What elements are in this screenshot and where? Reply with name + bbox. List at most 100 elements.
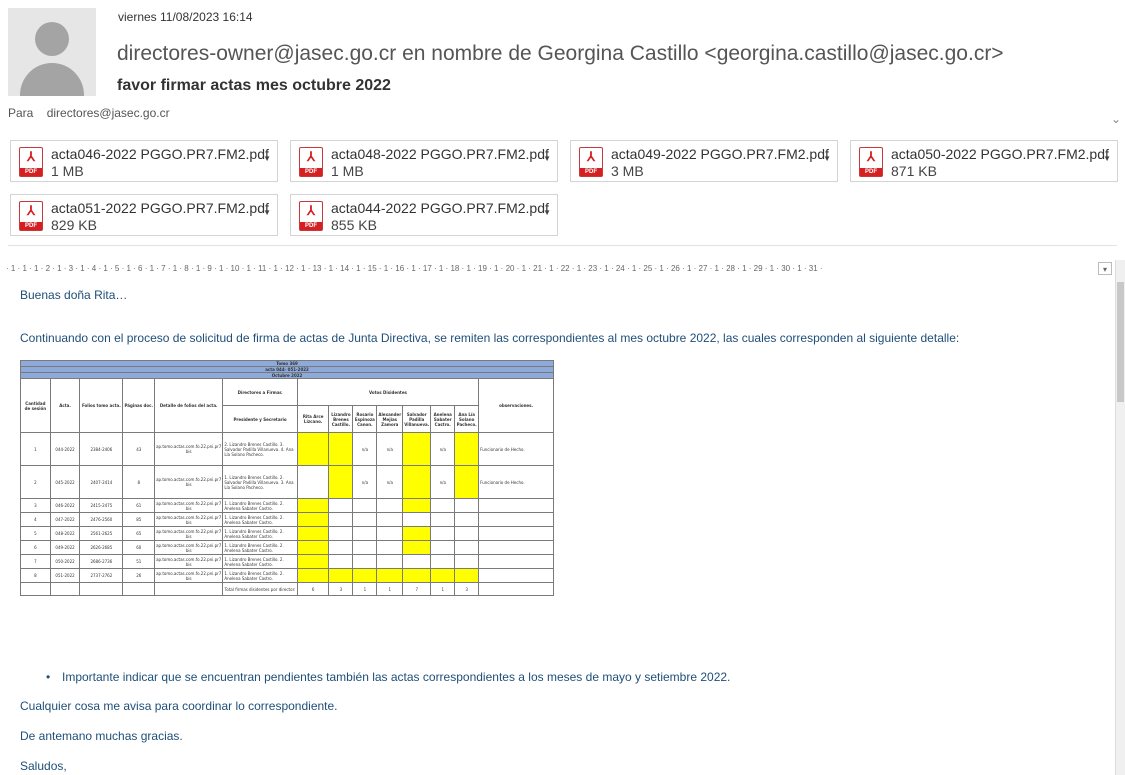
vote-cell — [296, 465, 330, 499]
vote-cell: n/a — [352, 465, 378, 499]
row-paginas: 51 — [122, 554, 156, 569]
col-paginas: Páginas doc. — [122, 378, 156, 433]
attachment-0[interactable]: ⅄ PDF acta046-2022 PGGO.PR7.FM2.pdf 1 MB … — [10, 140, 278, 182]
row-detalle: ap.tomo.actas.com.fo.22.pni.pr7 bis — [154, 512, 224, 527]
row-observaciones — [478, 540, 554, 555]
attachment-name: acta049-2022 PGGO.PR7.FM2.pdf — [611, 146, 829, 162]
header-divider — [8, 245, 1117, 246]
chevron-down-icon[interactable]: ▼ — [263, 208, 271, 217]
vote-cell — [328, 554, 354, 569]
vote-cell — [352, 512, 378, 527]
row-paginas: 61 — [122, 498, 156, 513]
vote-cell — [296, 432, 330, 466]
vote-cell: n/a — [430, 432, 456, 466]
line-thanks: De antemano muchas gracias. — [20, 729, 183, 743]
vote-cell — [296, 512, 330, 527]
row-acta: 045-2022 — [49, 465, 81, 499]
vote-cell — [352, 498, 378, 513]
vote-cell — [402, 554, 432, 569]
to-label: Para — [8, 106, 34, 120]
table-row: 8 051-2022 2737-2762 26 ap.tomo.actas.com.fo… — [20, 568, 554, 583]
row-folios: 2737-2762 — [79, 568, 124, 583]
total-cell: 1 — [352, 582, 378, 596]
vote-cell — [376, 540, 404, 555]
pdf-icon: ⅄ PDF — [19, 201, 43, 231]
vote-cell — [430, 554, 456, 569]
chevron-down-icon[interactable]: ▼ — [1103, 154, 1111, 163]
row-acta: 049-2022 — [49, 540, 81, 555]
vote-cell — [328, 512, 354, 527]
attachment-2[interactable]: ⅄ PDF acta049-2022 PGGO.PR7.FM2.pdf 3 MB … — [570, 140, 838, 182]
vote-cell — [430, 540, 456, 555]
row-paginas: 8 — [122, 465, 156, 499]
vote-cell — [454, 554, 480, 569]
row-folios: 2686-2736 — [79, 554, 124, 569]
chevron-down-icon[interactable]: ▼ — [543, 208, 551, 217]
vote-cell — [376, 512, 404, 527]
total-cell: 1 — [430, 582, 456, 596]
row-directores: 1. Lizandro Brenes Castillo. 2. Anelena … — [222, 540, 298, 555]
vote-cell — [430, 568, 456, 583]
vote-cell — [352, 568, 378, 583]
vote-cell — [402, 526, 432, 541]
row-detalle: ap.tomo.actas.com.fo.22.pni.pr7 bis — [154, 568, 224, 583]
pdf-icon: ⅄ PDF — [299, 201, 323, 231]
row-folios: 2415-2475 — [79, 498, 124, 513]
attachment-name: acta051-2022 PGGO.PR7.FM2.pdf — [51, 200, 269, 216]
scrollbar-thumb[interactable] — [1117, 282, 1124, 402]
row-observaciones — [478, 512, 554, 527]
to-recipient[interactable]: directores@jasec.go.cr — [47, 106, 170, 120]
chevron-down-icon[interactable]: ▼ — [823, 154, 831, 163]
table-row: 2 045-2022 2407-2414 8 ap.tomo.actas.com.fo.… — [20, 465, 554, 499]
attachment-3[interactable]: ⅄ PDF acta050-2022 PGGO.PR7.FM2.pdf 871 K… — [850, 140, 1118, 182]
total-cell: 3 — [328, 582, 354, 596]
row-number: 7 — [20, 554, 51, 569]
attachment-4[interactable]: ⅄ PDF acta051-2022 PGGO.PR7.FM2.pdf 829 K… — [10, 194, 278, 236]
voter-header: Salvador Padilla Villanueva. — [402, 405, 432, 433]
col-cantidad: Cantidad de sesión — [20, 378, 51, 433]
row-observaciones — [478, 498, 554, 513]
vote-cell — [454, 498, 480, 513]
attachment-1[interactable]: ⅄ PDF acta048-2022 PGGO.PR7.FM2.pdf 1 MB … — [290, 140, 558, 182]
voter-header: Rosario Espinoza Canon. — [352, 405, 378, 433]
row-acta: 046-2022 — [49, 498, 81, 513]
total-cell: 7 — [402, 582, 432, 596]
ruler-toggle-icon[interactable]: ▾ — [1098, 262, 1112, 275]
voter-header: Lizandro Brenes Castillo. — [328, 405, 354, 433]
row-observaciones: Funcionario de Hecho. — [478, 432, 554, 466]
vote-cell: n/a — [376, 465, 404, 499]
row-number: 4 — [20, 512, 51, 527]
total-spacer-cell — [20, 582, 51, 596]
row-acta: 047-2022 — [49, 512, 81, 527]
recipients-row: Para directores@jasec.go.cr — [8, 106, 170, 120]
row-folios: 2561-2625 — [79, 526, 124, 541]
total-spacer-cell — [79, 582, 124, 596]
avatar-body-shape — [20, 63, 84, 96]
pdf-icon: ⅄ PDF — [579, 147, 603, 177]
vertical-scrollbar[interactable] — [1115, 260, 1125, 775]
row-detalle: ap.tomo.actas.com.fo.22.pni.pr7 bis — [154, 540, 224, 555]
pdf-icon: ⅄ PDF — [299, 147, 323, 177]
ruler[interactable]: · 1 · 1 · 1 · 2 · 1 · 3 · 1 · 4 · 1 · 5 … — [6, 262, 1098, 276]
vote-cell — [430, 498, 456, 513]
chevron-down-icon[interactable]: ▼ — [263, 154, 271, 163]
row-observaciones — [478, 568, 554, 583]
expand-header-icon[interactable]: ⌄ — [1111, 112, 1121, 126]
attachment-size: 1 MB — [331, 163, 364, 179]
vote-cell — [296, 540, 330, 555]
table-row: 4 047-2022 2476-2560 85 ap.tomo.actas.com.fo… — [20, 512, 554, 527]
total-spacer-cell — [122, 582, 156, 596]
chevron-down-icon[interactable]: ▼ — [543, 154, 551, 163]
sender-avatar — [8, 8, 96, 96]
col-acta: Acta. — [49, 378, 81, 433]
vote-cell — [402, 512, 432, 527]
attachment-5[interactable]: ⅄ PDF acta044-2022 PGGO.PR7.FM2.pdf 855 K… — [290, 194, 558, 236]
col-directores: Directores a Firmar. — [222, 378, 298, 406]
acts-table: Tomo 369 acta 044- 051-2022 Octubre 2022… — [20, 360, 554, 596]
vote-cell — [454, 432, 480, 466]
row-directores: 1. Lizandro Brenes Castillo. 2. Anelena … — [222, 568, 298, 583]
row-folios: 2626-2685 — [79, 540, 124, 555]
email-sender[interactable]: directores-owner@jasec.go.cr en nombre d… — [117, 42, 1004, 66]
attachment-size: 855 KB — [331, 217, 377, 233]
attachment-name: acta046-2022 PGGO.PR7.FM2.pdf — [51, 146, 269, 162]
